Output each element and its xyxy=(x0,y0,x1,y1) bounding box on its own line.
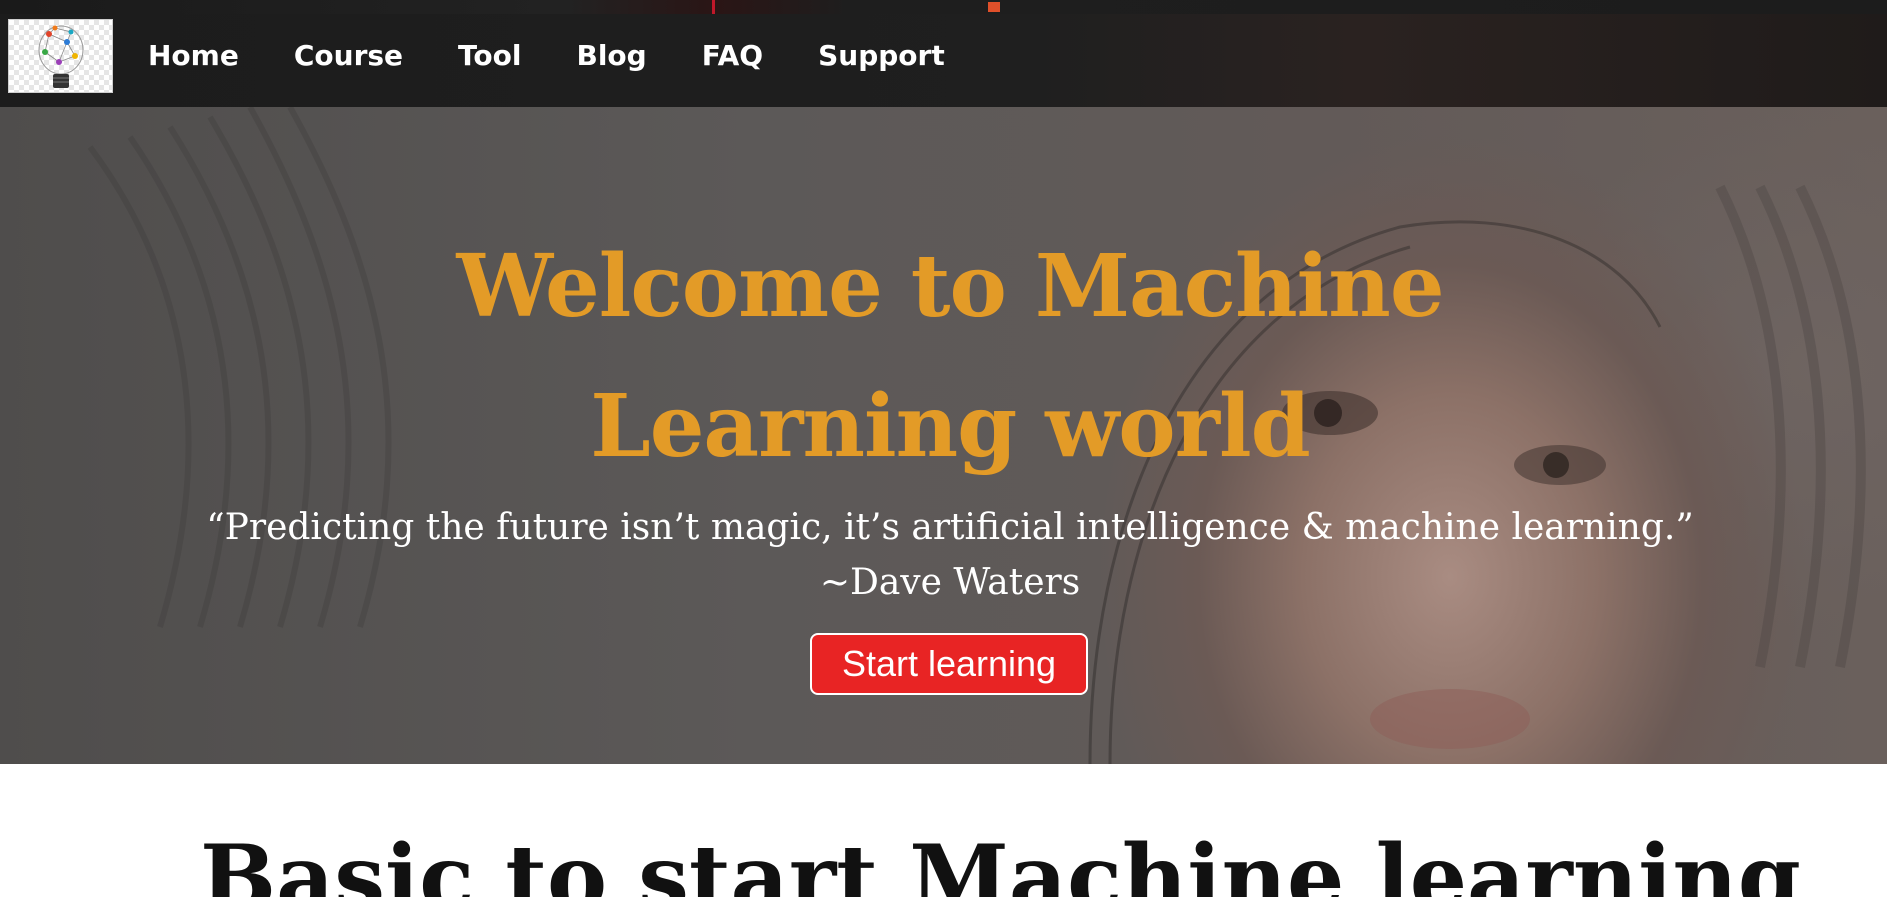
strip-red-mark xyxy=(712,0,715,14)
section-heading: Basic to start Machine learning xyxy=(200,825,1801,897)
top-strip xyxy=(0,0,1887,14)
nav-link-tool[interactable]: Tool xyxy=(458,38,521,74)
nav-link-support[interactable]: Support xyxy=(818,38,945,74)
strip-orange-mark xyxy=(988,2,1000,12)
nav-link-blog[interactable]: Blog xyxy=(576,38,646,74)
hero-quote-author: ~Dave Waters xyxy=(819,562,1081,603)
hero-title: Welcome to Machine Learning world xyxy=(456,236,1444,477)
nav-link-faq[interactable]: FAQ xyxy=(702,38,763,74)
nav-links: Home Course Tool Blog FAQ Support xyxy=(148,38,1000,74)
hero-section: Welcome to Machine Learning world “Predi… xyxy=(0,107,1887,764)
hero-quote: “Predicting the future isn’t magic, it’s… xyxy=(206,507,1694,548)
nav-link-home[interactable]: Home xyxy=(148,38,239,74)
nav-link-course[interactable]: Course xyxy=(294,38,403,74)
site-logo[interactable] xyxy=(8,19,113,93)
lightbulb-icon xyxy=(38,25,84,88)
start-learning-button[interactable]: Start learning xyxy=(810,633,1088,695)
page: Home Course Tool Blog FAQ Support Welcom… xyxy=(0,0,1887,897)
hero-content: Welcome to Machine Learning world “Predi… xyxy=(0,107,1887,764)
navbar: Home Course Tool Blog FAQ Support xyxy=(0,14,1887,107)
